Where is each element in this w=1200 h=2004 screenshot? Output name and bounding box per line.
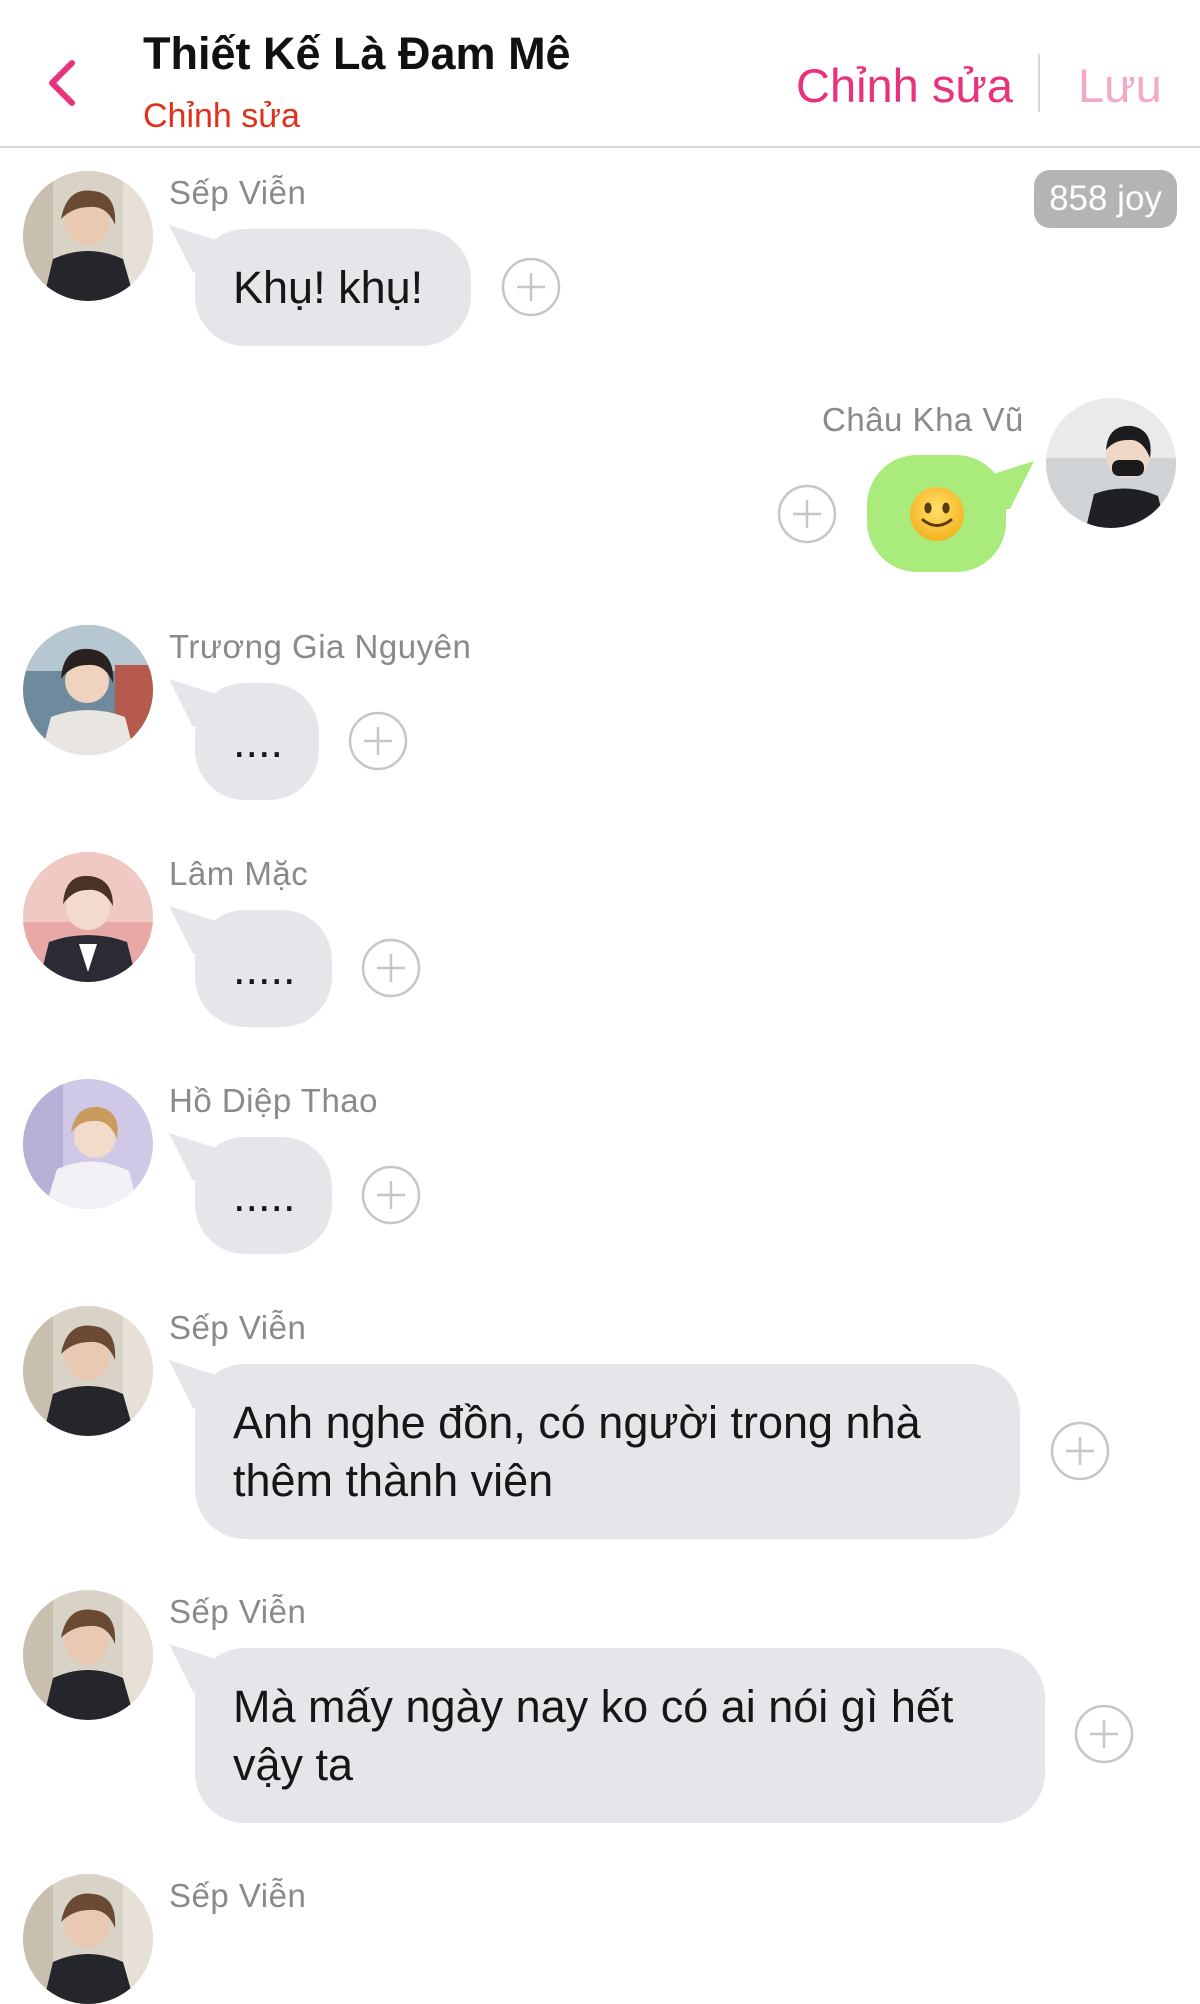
plus-circle-icon bbox=[361, 938, 421, 998]
avatar-sep-vien[interactable] bbox=[23, 1874, 153, 2004]
sender-name: Lâm Mặc bbox=[169, 855, 309, 892]
back-button[interactable] bbox=[34, 50, 90, 116]
add-reaction-button[interactable] bbox=[348, 711, 408, 771]
avatar-photo bbox=[1046, 398, 1176, 528]
header-divider bbox=[1038, 54, 1040, 112]
edit-button[interactable]: Chỉnh sửa bbox=[796, 58, 1013, 113]
sender-name: Sếp Viễn bbox=[169, 1593, 307, 1630]
message-text-line: ..... bbox=[233, 943, 296, 994]
message-text-line: ..... bbox=[233, 1170, 296, 1221]
avatar-photo bbox=[23, 171, 153, 301]
sender-name: Sếp Viễn bbox=[169, 1309, 307, 1346]
avatar-photo bbox=[23, 1306, 153, 1436]
avatar-photo bbox=[23, 1079, 153, 1209]
message-text-line: Khụ! khụ! bbox=[233, 262, 424, 313]
plus-circle-icon bbox=[361, 1165, 421, 1225]
message-bubble[interactable]: ..... bbox=[195, 1137, 332, 1254]
avatar-truong-gia-nguyen[interactable] bbox=[23, 625, 153, 755]
chat-subtitle-edit-link[interactable]: Chỉnh sửa bbox=[143, 97, 300, 136]
chat-title: Thiết Kế Là Đam Mê bbox=[143, 28, 571, 79]
add-reaction-button[interactable] bbox=[361, 938, 421, 998]
add-reaction-button[interactable] bbox=[361, 1165, 421, 1225]
plus-circle-icon bbox=[501, 257, 561, 317]
avatar-photo bbox=[23, 1590, 153, 1720]
plus-circle-icon bbox=[777, 484, 837, 544]
message-text-line: Mà mấy ngày nay ko có ai nói gì hết bbox=[233, 1681, 954, 1732]
message-bubble[interactable]: Mà mấy ngày nay ko có ai nói gì hết vậy … bbox=[195, 1648, 1045, 1823]
joy-count-badge: 858 joy bbox=[1034, 170, 1177, 228]
message-bubble[interactable]: ..... bbox=[195, 910, 332, 1027]
message-text-line: thêm thành viên bbox=[233, 1455, 554, 1506]
sender-name: Sếp Viễn bbox=[169, 1877, 307, 1914]
message-bubble[interactable]: Anh nghe đồn, có người trong nhà thêm th… bbox=[195, 1364, 1020, 1539]
sender-name: Sếp Viễn bbox=[169, 174, 307, 211]
sender-name: Trương Gia Nguyên bbox=[169, 628, 472, 665]
avatar-ho-diep-thao[interactable] bbox=[23, 1079, 153, 1209]
sender-name: Châu Kha Vũ bbox=[822, 401, 1024, 438]
add-reaction-button[interactable] bbox=[501, 257, 561, 317]
avatar-sep-vien[interactable] bbox=[23, 171, 153, 301]
avatar-chau-kha-vu[interactable] bbox=[1046, 398, 1176, 528]
avatar-sep-vien[interactable] bbox=[23, 1306, 153, 1436]
plus-circle-icon bbox=[348, 711, 408, 771]
smiling-face-emoji bbox=[909, 486, 964, 541]
message-bubble[interactable]: .... bbox=[195, 683, 319, 800]
plus-circle-icon bbox=[1074, 1704, 1134, 1764]
message-text-line: Anh nghe đồn, có người trong nhà bbox=[233, 1397, 921, 1448]
plus-circle-icon bbox=[1050, 1421, 1110, 1481]
message-bubble[interactable]: Khụ! khụ! bbox=[195, 229, 471, 346]
message-text-line: .... bbox=[233, 716, 284, 767]
avatar-photo bbox=[23, 625, 153, 755]
chevron-left-icon bbox=[49, 60, 75, 106]
message-text-line: vậy ta bbox=[233, 1739, 354, 1790]
avatar-lam-mac[interactable] bbox=[23, 852, 153, 982]
save-button[interactable]: Lưu bbox=[1078, 58, 1162, 113]
add-reaction-button[interactable] bbox=[777, 484, 837, 544]
avatar-photo bbox=[23, 852, 153, 982]
chat-header: Thiết Kế Là Đam Mê Chỉnh sửa Chỉnh sửa L… bbox=[0, 0, 1200, 148]
message-bubble-emoji[interactable] bbox=[867, 455, 1006, 572]
sender-name: Hồ Diệp Thao bbox=[169, 1082, 379, 1119]
avatar-photo bbox=[23, 1874, 153, 2004]
avatar-sep-vien[interactable] bbox=[23, 1590, 153, 1720]
add-reaction-button[interactable] bbox=[1074, 1704, 1134, 1764]
add-reaction-button[interactable] bbox=[1050, 1421, 1110, 1481]
